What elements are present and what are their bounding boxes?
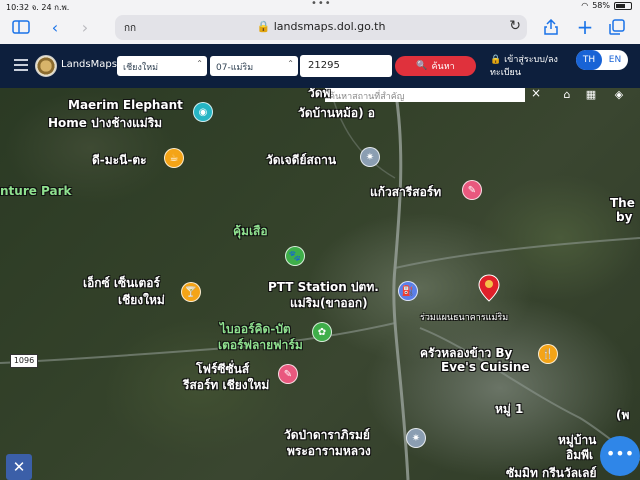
place-label: เตอร์ฟลายฟาร์ม	[218, 338, 303, 352]
place-label: คุ้มเสือ	[233, 224, 268, 238]
place-label: ดี-มะนี-ตะ	[92, 153, 147, 167]
forward-icon[interactable]: ›	[74, 16, 96, 38]
place-label: (พ	[616, 408, 630, 422]
parcel-number-input[interactable]: 21295	[300, 55, 392, 77]
place-label: The	[610, 196, 635, 210]
status-bar: 10:32 จ. 24 ก.พ. ••• ◠ 58%	[0, 0, 640, 12]
place-label: เชียงใหม่	[118, 293, 165, 307]
resort-icon[interactable]: ✎	[278, 364, 298, 384]
wifi-icon: ◠	[581, 1, 589, 10]
close-icon[interactable]: ×	[531, 88, 541, 100]
place-label: by	[616, 210, 633, 224]
place-label: รีสอร์ท เชียงใหม่	[183, 378, 270, 392]
place-label: แก้วสารีสอร์ท	[370, 185, 442, 199]
new-tab-icon[interactable]: +	[574, 15, 596, 39]
place-search-input[interactable]: ค้นหาสถานที่สำคัญ	[325, 88, 525, 102]
place-label: อิมพีเ	[566, 448, 594, 462]
grid-icon[interactable]: ▦	[580, 88, 602, 102]
place-label: พระอารามหลวง	[287, 444, 371, 458]
lock-icon: 🔒	[490, 55, 502, 65]
home-icon[interactable]: ⌂	[556, 88, 578, 102]
restaurant-icon[interactable]: 🍴	[538, 344, 558, 364]
place-label: ซัมมิท กรีนวัลเลย์	[506, 466, 597, 480]
sidebar-icon[interactable]	[10, 16, 32, 38]
tabs-icon[interactable]	[606, 16, 628, 38]
temple-icon[interactable]: ✷	[360, 147, 380, 167]
place-label: Eve's Cuisine	[441, 360, 530, 374]
place-label: ร่วมแผนธนาคารแม่ริม	[420, 313, 509, 323]
gas-station-icon[interactable]: ⛽	[398, 281, 418, 301]
dol-logo	[35, 55, 57, 77]
menu-icon[interactable]	[14, 59, 28, 71]
place-label: nture Park	[0, 184, 72, 198]
battery-icon	[614, 1, 632, 10]
location-marker-icon[interactable]	[478, 274, 500, 302]
tools-icon[interactable]: ✕	[6, 454, 32, 480]
place-label: Maerim Elephant	[68, 98, 183, 112]
satellite-map[interactable]: ค้นหาสถานที่สำคัญ × ⌂ ▦ ◈ Maerim Elephan…	[0, 88, 640, 480]
search-icon: 🔍	[416, 61, 428, 71]
multitask-dots[interactable]: •••	[311, 0, 332, 9]
place-label: หมู่ 1	[495, 402, 524, 416]
app-header: LandsMaps เชียงใหม่ ⌃ 07-แม่ริม ⌃ 21295 🔍 ค…	[0, 44, 640, 88]
url-text: 🔒 landsmaps.dol.go.th	[256, 20, 386, 33]
place-label: Home ปางช้างแม่ริม	[48, 116, 163, 130]
cafe-icon[interactable]: ☕	[164, 148, 184, 168]
battery-percent: 58%	[592, 1, 610, 10]
hotel-icon[interactable]: ✎	[462, 180, 482, 200]
place-label: วัดบ้านหม้อ) อ	[298, 106, 375, 120]
district-select[interactable]: 07-แม่ริม ⌃	[210, 56, 298, 76]
reload-icon[interactable]: ↻	[509, 18, 521, 34]
browser-toolbar: ‹ › กก 🔒 landsmaps.dol.go.th ↻ +	[0, 12, 640, 44]
paw-icon[interactable]: 🐾	[285, 246, 305, 266]
temple-icon[interactable]: ✷	[406, 428, 426, 448]
brand-name: LandsMaps	[61, 59, 117, 70]
place-label: วัดเจดีย์สถาน	[266, 153, 337, 167]
lang-th[interactable]: TH	[576, 50, 602, 70]
chevron-down-icon: ⌃	[287, 59, 294, 68]
province-select[interactable]: เชียงใหม่ ⌃	[117, 56, 207, 76]
language-toggle[interactable]: TH EN	[576, 50, 628, 70]
share-icon[interactable]	[540, 16, 562, 38]
layers-icon[interactable]: ◈	[608, 88, 630, 102]
bar-icon[interactable]: 🍸	[181, 282, 201, 302]
place-label: แม่ริม(ขาออก)	[290, 296, 368, 310]
chevron-down-icon: ⌃	[196, 59, 203, 68]
status-right: ◠ 58%	[581, 1, 632, 10]
road-number-badge: 1096	[10, 354, 38, 368]
place-label: วัดพ	[308, 88, 331, 100]
garden-icon[interactable]: ✿	[312, 322, 332, 342]
camera-icon[interactable]: ◉	[193, 102, 213, 122]
more-options-button[interactable]: •••	[600, 436, 640, 476]
back-icon[interactable]: ‹	[44, 16, 66, 38]
search-button[interactable]: 🔍 ค้นหา	[395, 56, 476, 76]
login-link[interactable]: 🔒 เข้าสู่ระบบ/ลงทะเบียน	[490, 54, 560, 80]
address-bar[interactable]: กก 🔒 landsmaps.dol.go.th ↻	[115, 15, 527, 40]
lang-en[interactable]: EN	[602, 50, 628, 70]
